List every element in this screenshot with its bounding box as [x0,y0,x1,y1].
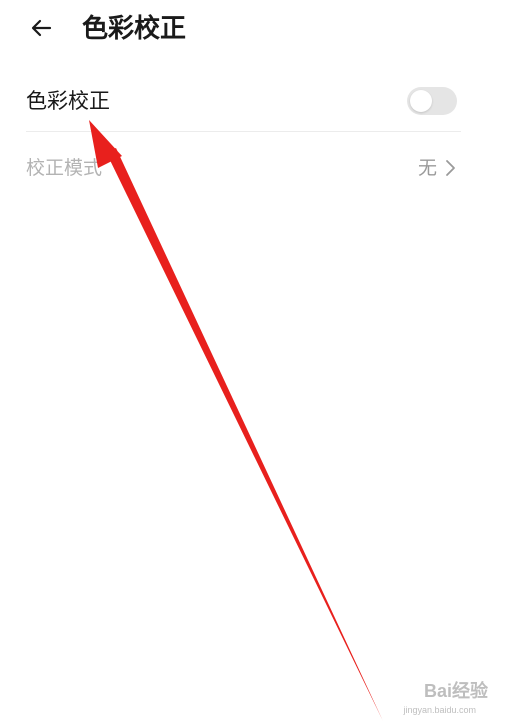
watermark-domain: jingyan.baidu.com [403,705,476,715]
toggle-knob [410,90,432,112]
correction-mode-value: 无 [417,157,437,179]
annotation-arrow-shaft [106,148,383,721]
color-correction-settings-screen: 色彩校正 色彩校正 校正模式 无 Bai经验 jingyan.baidu.com [0,0,510,722]
chevron-right-icon [446,160,455,176]
color-correction-toggle[interactable] [407,87,457,115]
back-arrow-icon[interactable] [28,14,56,42]
color-correction-row[interactable]: 色彩校正 [26,80,461,132]
correction-mode-row[interactable]: 校正模式 无 [26,138,461,194]
color-correction-label: 色彩校正 [26,89,110,113]
header: 色彩校正 [0,0,510,60]
page-title: 色彩校正 [82,14,187,44]
correction-mode-label: 校正模式 [26,157,103,179]
watermark-brand: Bai经验 [423,681,488,701]
